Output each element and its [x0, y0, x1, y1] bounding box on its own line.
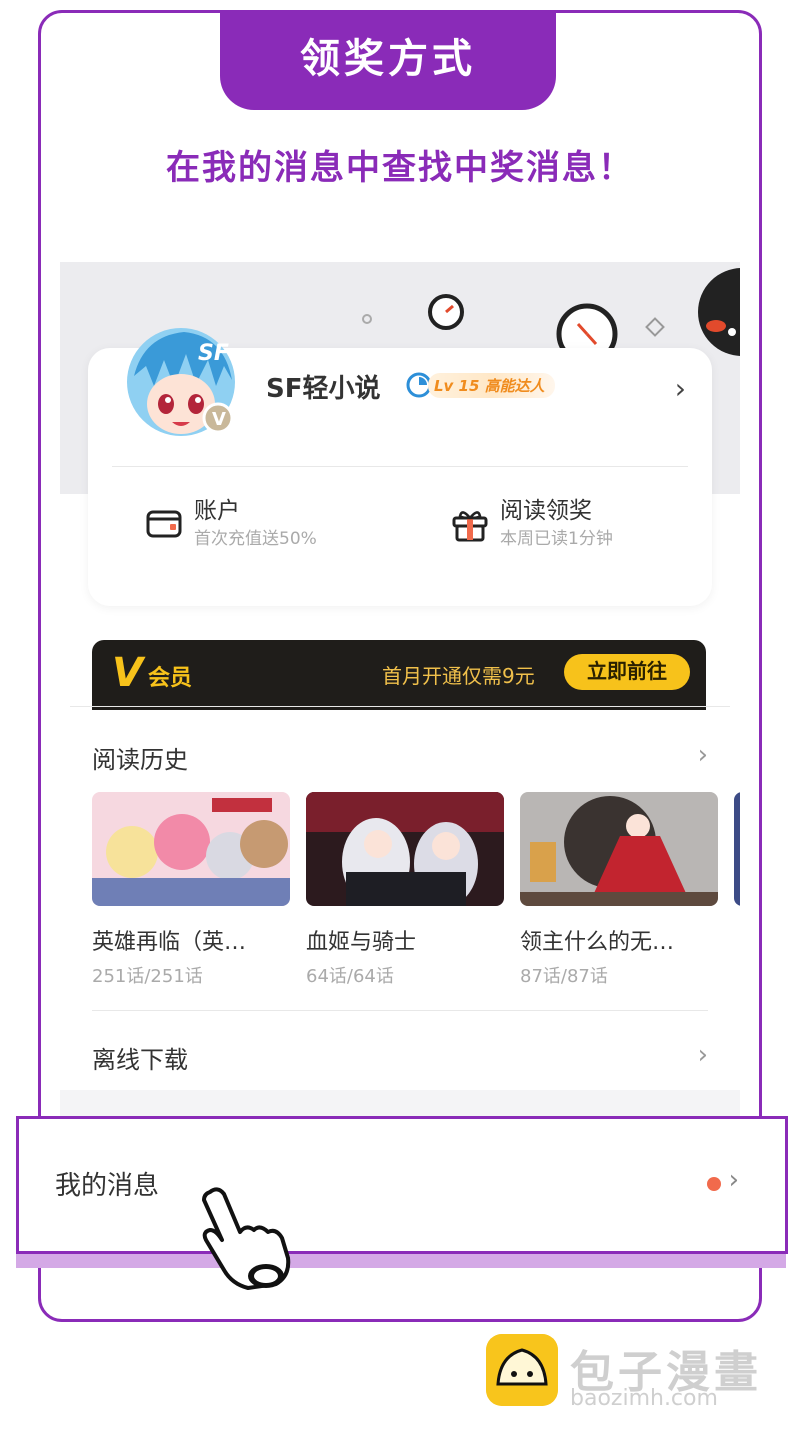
my-messages-label: 我的消息: [55, 1171, 160, 1201]
username: SF轻小说: [266, 374, 381, 404]
highlight-shadow: [16, 1252, 786, 1268]
reading-reward-entry[interactable]: 阅读领奖 本周已读1分钟: [450, 496, 613, 556]
dot-decoration-icon: [362, 314, 372, 324]
vip-logo: V: [112, 650, 143, 696]
book-chapter-count: 251话/251话: [92, 966, 203, 987]
reading-reward-sub: 本周已读1分钟: [500, 529, 613, 549]
vip-banner[interactable]: V 会员 首月开通仅需9元 立即前往: [92, 640, 706, 710]
divider: [70, 706, 730, 707]
chevron-right-icon[interactable]: ›: [698, 740, 708, 770]
wallet-icon: [146, 510, 182, 538]
my-messages-row[interactable]: 我的消息 ›: [16, 1116, 788, 1254]
account-label: 账户: [194, 498, 240, 524]
avatar-badge: V: [212, 409, 226, 430]
mascot-decoration-icon: [698, 268, 740, 356]
book-chapter-count: 64话/64话: [306, 966, 394, 987]
book-title: 英雄再临（英…: [92, 930, 247, 955]
app-screenshot: SF V SF轻小说 Lv 15 高能达人 › 账户 首次充值送50% 阅读领奖…: [60, 262, 740, 1122]
book-chapter-count: 87话/87话: [520, 966, 608, 987]
book-cover: [92, 792, 290, 906]
book-cover: [306, 792, 504, 906]
avatar[interactable]: SF V: [124, 326, 238, 444]
book-card-partial[interactable]: [734, 792, 740, 910]
reading-reward-label: 阅读领奖: [500, 498, 592, 524]
chevron-right-icon[interactable]: ›: [675, 372, 686, 405]
pointing-hand-icon: [202, 1187, 291, 1290]
offline-download-row[interactable]: 离线下载 ›: [92, 1040, 708, 1080]
account-entry[interactable]: 账户 首次充值送50%: [144, 496, 317, 556]
vip-promo-text: 首月开通仅需9元: [382, 664, 535, 688]
book-cover: [520, 792, 718, 906]
reading-history-title: 阅读历史: [92, 746, 188, 774]
gift-icon: [452, 511, 488, 542]
divider: [112, 466, 688, 467]
level-label: Lv 15 高能达人: [428, 372, 555, 398]
vip-label: 会员: [148, 666, 193, 691]
book-card[interactable]: 领主什么的无… 87话/87话: [520, 792, 718, 988]
page-title: 领奖方式: [220, 10, 556, 110]
profile-card[interactable]: SF V SF轻小说 Lv 15 高能达人 › 账户 首次充值送50% 阅读领奖…: [88, 328, 712, 606]
book-title: 血姬与骑士: [306, 930, 417, 955]
level-badge: Lv 15 高能达人: [406, 372, 555, 398]
reading-history-header[interactable]: 阅读历史 ›: [92, 740, 708, 780]
watermark: 包子漫畫 baozimh.com: [486, 1334, 786, 1414]
watermark-domain: baozimh.com: [570, 1386, 718, 1411]
account-sub: 首次充值送50%: [194, 529, 317, 549]
svg-text:SF: SF: [198, 341, 229, 366]
book-card[interactable]: 血姬与骑士 64话/64话: [306, 792, 504, 988]
book-card[interactable]: 英雄再临（英… 251话/251话: [92, 792, 290, 988]
chevron-right-icon[interactable]: ›: [729, 1165, 739, 1195]
page-subtitle: 在我的消息中查找中奖消息！: [166, 148, 634, 188]
clock-decoration-icon: [428, 294, 464, 330]
diamond-decoration-icon: [645, 317, 665, 337]
chevron-right-icon[interactable]: ›: [698, 1040, 708, 1070]
divider: [92, 1010, 708, 1011]
offline-download-title: 离线下载: [92, 1046, 188, 1074]
book-cover: [734, 792, 740, 906]
unread-dot: [707, 1177, 721, 1191]
book-title: 领主什么的无…: [520, 930, 675, 955]
bun-logo-icon: [486, 1334, 558, 1406]
vip-go-button[interactable]: 立即前往: [564, 654, 690, 690]
